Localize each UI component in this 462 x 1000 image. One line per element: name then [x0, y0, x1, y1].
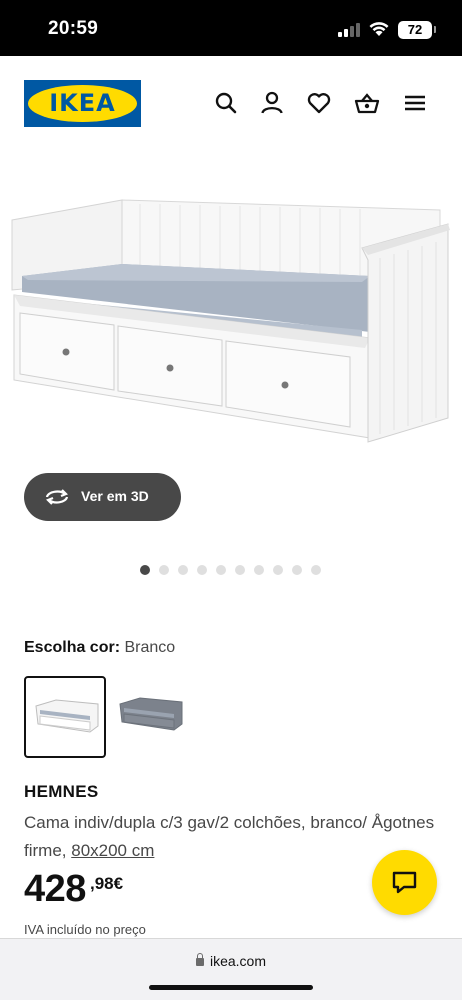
- status-time: 20:59: [48, 18, 99, 39]
- site-header: IKEA: [0, 56, 462, 152]
- wifi-icon: [369, 22, 389, 36]
- view-3d-button[interactable]: Ver em 3D: [24, 473, 181, 521]
- ikea-logo[interactable]: IKEA: [24, 80, 141, 127]
- battery-tip: [434, 26, 436, 33]
- gallery-dot[interactable]: [140, 565, 150, 575]
- status-bar: 20:59 72: [0, 0, 462, 56]
- gallery-dot[interactable]: [311, 565, 321, 575]
- gallery-dot[interactable]: [292, 565, 302, 575]
- chat-icon: [392, 871, 417, 894]
- color-choice-label: Escolha cor:: [24, 639, 121, 656]
- battery-indicator: 72: [398, 21, 432, 39]
- gallery-dot[interactable]: [235, 565, 245, 575]
- price-integer: 428: [24, 868, 86, 910]
- logo-text: IKEA: [49, 89, 116, 117]
- gallery-dot[interactable]: [197, 565, 207, 575]
- chat-button[interactable]: [372, 850, 437, 915]
- color-choice: Escolha cor: Branco: [24, 639, 175, 657]
- search-icon[interactable]: [213, 90, 239, 116]
- heart-icon[interactable]: [306, 90, 332, 116]
- color-choice-value: Branco: [124, 639, 176, 656]
- basket-icon[interactable]: [354, 90, 380, 116]
- price-decimals: ,98€: [90, 874, 124, 893]
- gallery-dot[interactable]: [216, 565, 226, 575]
- gallery-dot[interactable]: [178, 565, 188, 575]
- swatch-white[interactable]: [24, 676, 106, 758]
- gallery-dot[interactable]: [159, 565, 169, 575]
- product-name: HEMNES: [24, 782, 99, 801]
- vat-note: IVA incluído no preço: [24, 922, 146, 937]
- cellular-signal-icon: [338, 23, 360, 37]
- gallery-dot[interactable]: [254, 565, 264, 575]
- product-price: 428 ,98€: [24, 868, 123, 911]
- browser-address-bar[interactable]: ikea.com: [0, 938, 462, 1000]
- rotate-3d-icon: [45, 489, 69, 505]
- swatch-grey[interactable]: [110, 676, 192, 758]
- product-dimensions-link[interactable]: 80x200 cm: [71, 841, 154, 860]
- user-icon[interactable]: [259, 90, 285, 116]
- product-image[interactable]: [0, 180, 462, 470]
- view-3d-label: Ver em 3D: [81, 488, 149, 504]
- lock-icon: [195, 953, 204, 966]
- url-display[interactable]: ikea.com: [0, 953, 462, 969]
- home-indicator[interactable]: [149, 985, 313, 990]
- gallery-pagination: [140, 565, 321, 575]
- url-text: ikea.com: [209, 953, 267, 969]
- gallery-dot[interactable]: [273, 565, 283, 575]
- menu-icon[interactable]: [402, 90, 428, 116]
- product-description: Cama indiv/dupla c/3 gav/2 colchões, bra…: [24, 809, 444, 865]
